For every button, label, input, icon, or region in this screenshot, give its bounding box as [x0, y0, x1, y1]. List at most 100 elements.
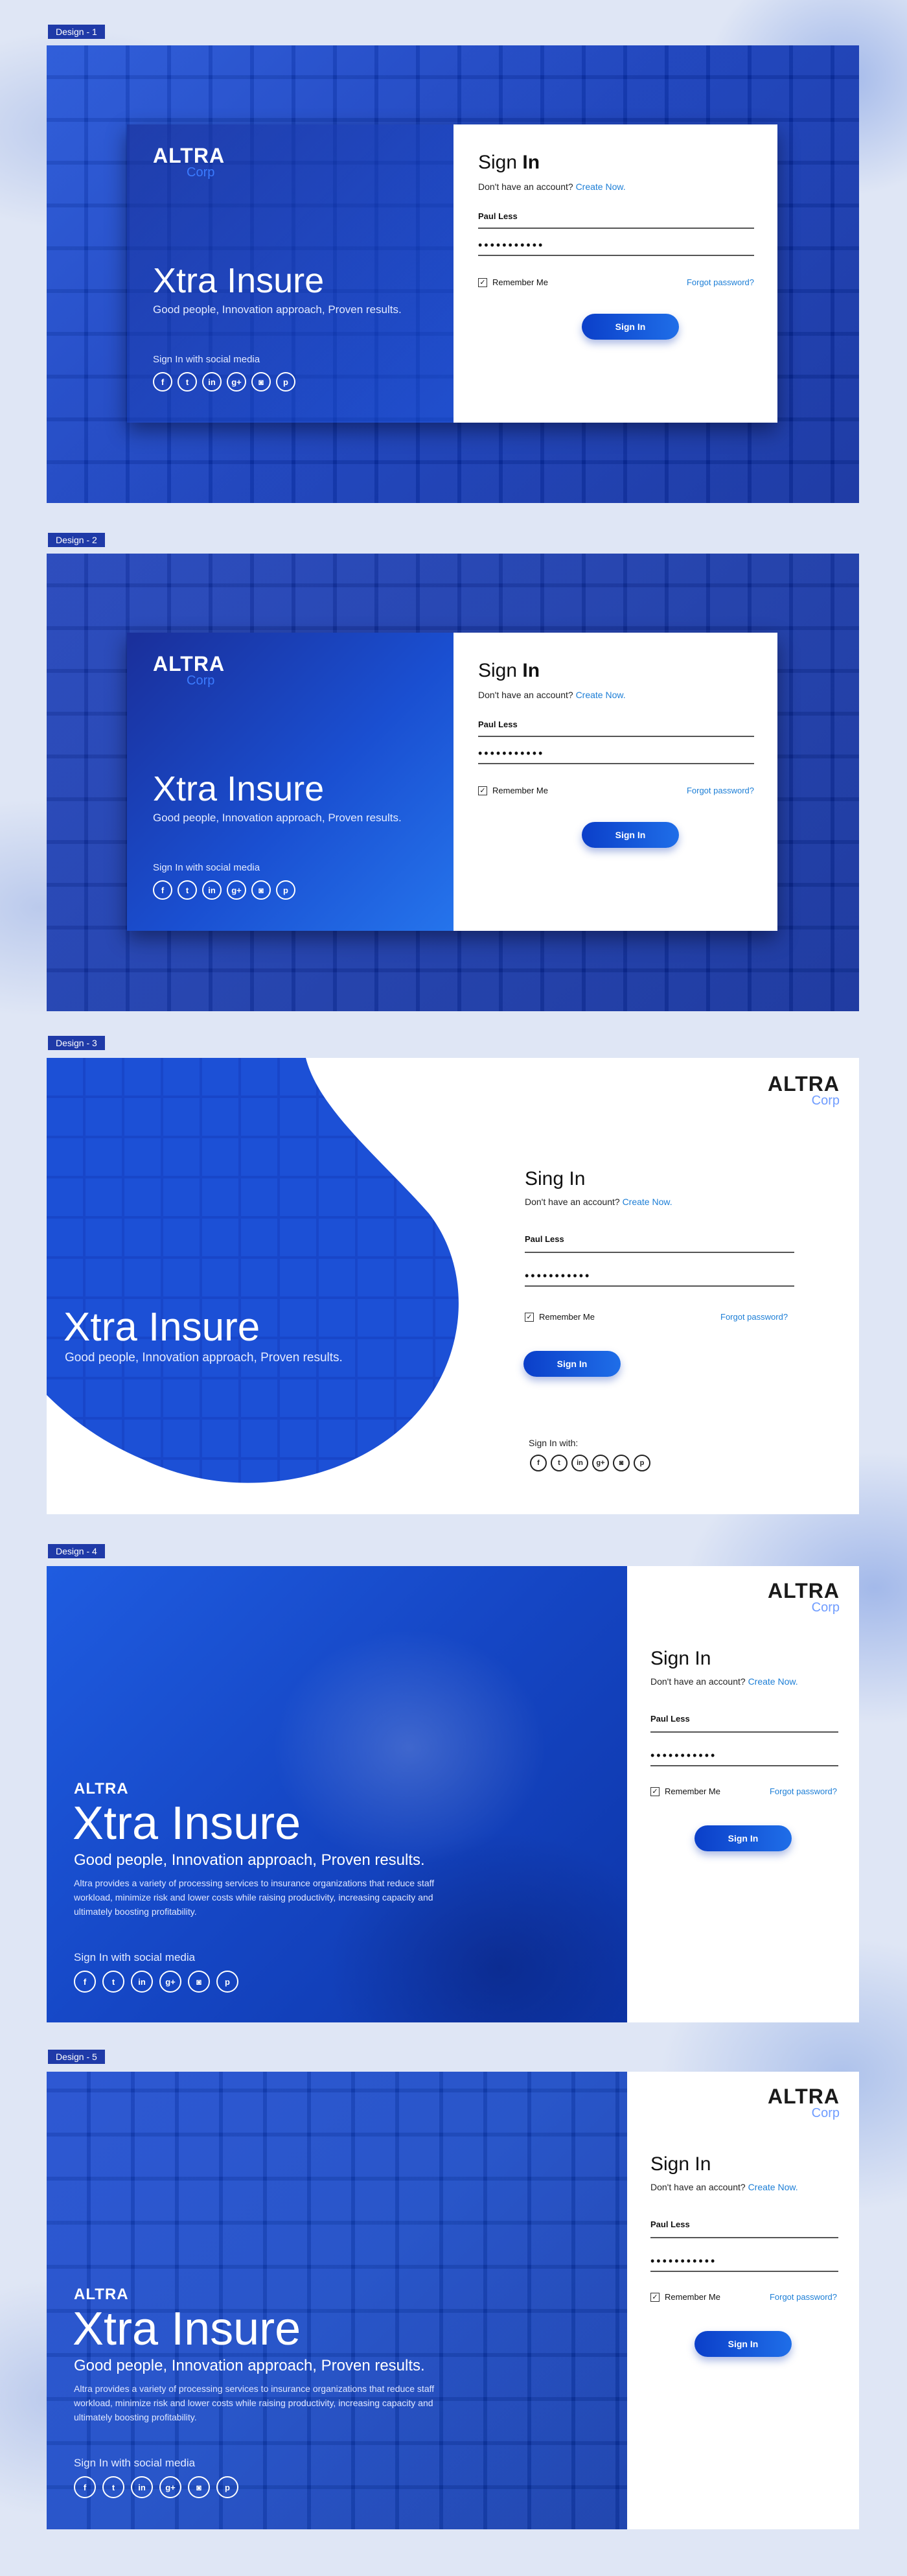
password-value: •••••••••••: [478, 747, 545, 760]
instagram-icon[interactable]: ◙: [613, 1455, 630, 1471]
password-value: •••••••••••: [478, 239, 545, 252]
tagline: Good people, Innovation approach, Proven…: [153, 812, 402, 824]
google-plus-icon[interactable]: g+: [227, 880, 246, 900]
field-underline: [478, 729, 754, 737]
pinterest-icon[interactable]: p: [276, 880, 295, 900]
remember-me[interactable]: ✓ Remember Me: [478, 277, 548, 287]
google-plus-icon[interactable]: g+: [592, 1455, 609, 1471]
brand-light: Xtra: [63, 1305, 137, 1350]
remember-me[interactable]: ✓ Remember Me: [650, 1786, 720, 1796]
forgot-password-link[interactable]: Forgot password?: [770, 1786, 837, 1796]
remember-label: Remember Me: [665, 1786, 720, 1796]
username-field[interactable]: Paul Less: [650, 2219, 838, 2238]
password-value: •••••••••••: [525, 1269, 591, 1282]
no-account-label: Don't have an account?: [650, 2182, 748, 2192]
remember-label: Remember Me: [539, 1312, 595, 1322]
instagram-icon[interactable]: ◙: [251, 372, 271, 392]
signin-button[interactable]: Sign In: [523, 1351, 621, 1377]
username-field[interactable]: Paul Less: [478, 211, 754, 229]
username-field[interactable]: Paul Less: [650, 1714, 838, 1733]
facebook-icon[interactable]: f: [153, 880, 172, 900]
password-field[interactable]: •••••••••••: [650, 1749, 838, 1766]
remember-label: Remember Me: [665, 2292, 720, 2302]
google-plus-icon[interactable]: g+: [227, 372, 246, 392]
password-field[interactable]: •••••••••••: [478, 747, 754, 764]
forgot-password-link[interactable]: Forgot password?: [687, 277, 754, 287]
signin-button[interactable]: Sign In: [695, 2331, 792, 2357]
create-now-link[interactable]: Create Now.: [576, 690, 626, 700]
linkedin-icon[interactable]: in: [202, 372, 222, 392]
checkbox-icon[interactable]: ✓: [478, 277, 487, 287]
password-field[interactable]: •••••••••••: [650, 2254, 838, 2272]
instagram-icon[interactable]: ◙: [251, 880, 271, 900]
twitter-icon[interactable]: t: [102, 1971, 124, 1993]
facebook-icon[interactable]: f: [74, 1971, 96, 1993]
social-label: Sign In with social media: [74, 1951, 196, 1963]
no-account-text: Don't have an account? Create Now.: [525, 1197, 672, 1207]
checkbox-icon[interactable]: ✓: [478, 786, 487, 795]
social-label: Sign In with social media: [153, 862, 260, 873]
username-value: Paul Less: [525, 1234, 564, 1244]
pinterest-icon[interactable]: p: [216, 2476, 238, 2498]
logo-main: ALTRA: [767, 1072, 840, 1095]
field-underline: [525, 1283, 794, 1287]
no-account-text: Don't have an account? Create Now.: [650, 1676, 798, 1687]
field-underline: [478, 221, 754, 229]
facebook-icon[interactable]: f: [153, 372, 172, 392]
pinterest-icon[interactable]: p: [634, 1455, 650, 1471]
twitter-icon[interactable]: t: [102, 2476, 124, 2498]
remember-me[interactable]: ✓ Remember Me: [478, 786, 548, 795]
signin-button[interactable]: Sign In: [582, 822, 679, 848]
linkedin-icon[interactable]: in: [202, 880, 222, 900]
twitter-icon[interactable]: t: [178, 372, 197, 392]
social-row: f t in g+ ◙ p: [74, 2476, 238, 2498]
google-plus-icon[interactable]: g+: [159, 1971, 181, 1993]
design-tag: Design - 1: [48, 25, 105, 39]
field-underline: [650, 2229, 838, 2238]
linkedin-icon[interactable]: in: [131, 1971, 153, 1993]
remember-me[interactable]: ✓ Remember Me: [525, 1312, 595, 1322]
title-light: Sign: [478, 152, 523, 173]
instagram-icon[interactable]: ◙: [188, 1971, 210, 1993]
signin-title: Sign In: [650, 1648, 711, 1669]
remember-me[interactable]: ✓ Remember Me: [650, 2292, 720, 2302]
twitter-icon[interactable]: t: [178, 880, 197, 900]
create-now-link[interactable]: Create Now.: [576, 181, 626, 192]
instagram-icon[interactable]: ◙: [188, 2476, 210, 2498]
title-light: Sign: [478, 660, 523, 681]
signin-button[interactable]: Sign In: [695, 1825, 792, 1851]
create-now-link[interactable]: Create Now.: [623, 1197, 672, 1207]
password-field[interactable]: •••••••••••: [525, 1269, 794, 1287]
signin-button[interactable]: Sign In: [582, 314, 679, 340]
logo: ALTRA Corp: [768, 1579, 840, 1615]
title-bold: In: [522, 660, 540, 681]
linkedin-icon[interactable]: in: [131, 2476, 153, 2498]
checkbox-icon[interactable]: ✓: [650, 1786, 660, 1796]
brand-bold: Insure: [227, 769, 325, 808]
twitter-icon[interactable]: t: [551, 1455, 568, 1471]
forgot-password-link[interactable]: Forgot password?: [687, 786, 754, 795]
linkedin-icon[interactable]: in: [571, 1455, 588, 1471]
password-field[interactable]: •••••••••••: [478, 239, 754, 256]
pinterest-icon[interactable]: p: [216, 1971, 238, 1993]
no-account-label: Don't have an account?: [478, 181, 576, 192]
no-account-label: Don't have an account?: [525, 1197, 623, 1207]
tagline: Good people, Innovation approach, Proven…: [153, 303, 402, 316]
create-now-link[interactable]: Create Now.: [748, 1676, 798, 1687]
forgot-password-link[interactable]: Forgot password?: [770, 2292, 837, 2302]
description: Altra provides a variety of processing s…: [74, 1878, 435, 1917]
signin-panel: ALTRA Corp Sign In Don't have an account…: [627, 1566, 859, 2022]
signin-title: Sign In: [478, 660, 540, 682]
checkbox-icon[interactable]: ✓: [525, 1312, 534, 1322]
checkbox-icon[interactable]: ✓: [650, 2292, 660, 2302]
google-plus-icon[interactable]: g+: [159, 2476, 181, 2498]
create-now-link[interactable]: Create Now.: [748, 2182, 798, 2192]
username-field[interactable]: Paul Less: [525, 1234, 794, 1253]
tagline: Good people, Innovation approach, Proven…: [74, 1851, 425, 1869]
username-field[interactable]: Paul Less: [478, 720, 754, 737]
facebook-icon[interactable]: f: [74, 2476, 96, 2498]
forgot-password-link[interactable]: Forgot password?: [720, 1312, 788, 1322]
facebook-icon[interactable]: f: [530, 1455, 547, 1471]
pinterest-icon[interactable]: p: [276, 372, 295, 392]
logo-main: ALTRA: [153, 144, 225, 167]
